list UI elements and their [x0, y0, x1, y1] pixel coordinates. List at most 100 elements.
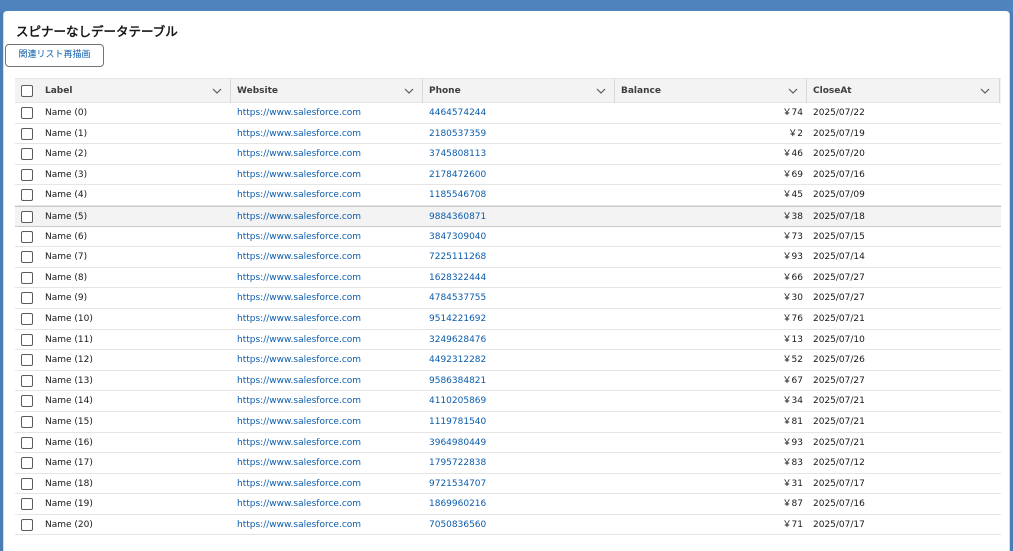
- table-row[interactable]: Name (18) https://www.salesforce.com 97215…: [15, 474, 1001, 495]
- table-row[interactable]: Name (16) https://www.salesforce.com 39649…: [15, 433, 1001, 454]
- cell-website-link[interactable]: https://www.salesforce.com: [237, 207, 361, 227]
- cell-website-link[interactable]: https://www.salesforce.com: [237, 350, 361, 370]
- table-row[interactable]: Name (4) https://www.salesforce.com 118554…: [15, 185, 1001, 206]
- cell-phone-link[interactable]: 1869960216: [429, 494, 486, 514]
- cell-website-link[interactable]: https://www.salesforce.com: [237, 124, 361, 144]
- cell-website-link[interactable]: https://www.salesforce.com: [237, 371, 361, 391]
- table-row[interactable]: Name (3) https://www.salesforce.com 217847…: [15, 165, 1001, 186]
- row-checkbox[interactable]: [21, 415, 33, 428]
- table-row[interactable]: Name (19) https://www.salesforce.com 18699…: [15, 494, 1001, 515]
- row-checkbox[interactable]: [21, 333, 33, 346]
- row-checkbox[interactable]: [21, 251, 33, 264]
- table-row[interactable]: Name (5) https://www.salesforce.com 988436…: [15, 205, 1001, 227]
- row-checkbox[interactable]: [21, 210, 33, 223]
- row-checkbox[interactable]: [21, 230, 33, 243]
- table-row[interactable]: Name (15) https://www.salesforce.com 11197…: [15, 412, 1001, 433]
- row-checkbox[interactable]: [21, 271, 33, 284]
- table-row[interactable]: Name (14) https://www.salesforce.com 41102…: [15, 391, 1001, 412]
- cell-website-link[interactable]: https://www.salesforce.com: [237, 185, 361, 205]
- redraw-related-list-button[interactable]: 関連リスト再描画: [5, 44, 104, 67]
- cell-website-link[interactable]: https://www.salesforce.com: [237, 433, 361, 453]
- table-row[interactable]: Name (9) https://www.salesforce.com 478453…: [15, 288, 1001, 309]
- cell-website-link[interactable]: https://www.salesforce.com: [237, 247, 361, 267]
- row-checkbox[interactable]: [21, 518, 33, 531]
- cell-phone-link[interactable]: 4492312282: [429, 350, 486, 370]
- table-row[interactable]: Name (0) https://www.salesforce.com 446457…: [15, 103, 1001, 124]
- cell-phone-link[interactable]: 3249628476: [429, 330, 486, 350]
- chevron-down-icon[interactable]: [404, 86, 414, 96]
- column-divider[interactable]: [614, 79, 615, 103]
- column-header-website[interactable]: Website: [237, 79, 278, 103]
- cell-website-link[interactable]: https://www.salesforce.com: [237, 453, 361, 473]
- column-header-closeat[interactable]: CloseAt: [813, 79, 852, 103]
- chevron-down-icon[interactable]: [596, 86, 606, 96]
- row-checkbox[interactable]: [21, 457, 33, 470]
- cell-phone-link[interactable]: 7225111268: [429, 247, 486, 267]
- cell-website-link[interactable]: https://www.salesforce.com: [237, 391, 361, 411]
- cell-phone-link[interactable]: 1795722838: [429, 453, 486, 473]
- cell-phone-link[interactable]: 4784537755: [429, 288, 486, 308]
- row-checkbox[interactable]: [21, 107, 33, 119]
- row-checkbox[interactable]: [21, 168, 33, 181]
- cell-website-link[interactable]: https://www.salesforce.com: [237, 144, 361, 164]
- cell-phone-link[interactable]: 3964980449: [429, 433, 486, 453]
- cell-website-link[interactable]: https://www.salesforce.com: [237, 412, 361, 432]
- column-header-phone[interactable]: Phone: [429, 79, 461, 103]
- cell-website-link[interactable]: https://www.salesforce.com: [237, 103, 361, 123]
- row-checkbox[interactable]: [21, 189, 33, 202]
- row-checkbox[interactable]: [21, 292, 33, 305]
- row-checkbox[interactable]: [21, 354, 33, 367]
- cell-website-link[interactable]: https://www.salesforce.com: [237, 515, 361, 535]
- column-header-label[interactable]: Label: [45, 79, 72, 103]
- column-header-balance[interactable]: Balance: [621, 79, 661, 103]
- cell-phone-link[interactable]: 4110205869: [429, 391, 486, 411]
- cell-website-link[interactable]: https://www.salesforce.com: [237, 165, 361, 185]
- cell-website-link[interactable]: https://www.salesforce.com: [237, 474, 361, 494]
- cell-phone-link[interactable]: 1185546708: [429, 185, 486, 205]
- row-checkbox[interactable]: [21, 127, 33, 140]
- row-checkbox[interactable]: [21, 148, 33, 161]
- row-checkbox[interactable]: [21, 312, 33, 325]
- table-row[interactable]: Name (17) https://www.salesforce.com 17957…: [15, 453, 1001, 474]
- row-checkbox[interactable]: [21, 477, 33, 490]
- chevron-down-icon[interactable]: [788, 86, 798, 96]
- select-all-checkbox[interactable]: [21, 85, 33, 97]
- chevron-down-icon[interactable]: [980, 86, 990, 96]
- table-row[interactable]: Name (12) https://www.salesforce.com 44923…: [15, 350, 1001, 371]
- table-row[interactable]: Name (6) https://www.salesforce.com 384730…: [15, 227, 1001, 248]
- table-row[interactable]: Name (13) https://www.salesforce.com 95863…: [15, 371, 1001, 392]
- column-divider[interactable]: [230, 79, 231, 103]
- cell-website-link[interactable]: https://www.salesforce.com: [237, 494, 361, 514]
- cell-website-link[interactable]: https://www.salesforce.com: [237, 268, 361, 288]
- table-row[interactable]: Name (10) https://www.salesforce.com 95142…: [15, 309, 1001, 330]
- cell-website-link[interactable]: https://www.salesforce.com: [237, 227, 361, 247]
- cell-phone-link[interactable]: 4464574244: [429, 103, 486, 123]
- row-checkbox[interactable]: [21, 498, 33, 511]
- cell-phone-link[interactable]: 1119781540: [429, 412, 486, 432]
- table-row[interactable]: Name (2) https://www.salesforce.com 374580…: [15, 144, 1001, 165]
- row-checkbox[interactable]: [21, 436, 33, 449]
- cell-phone-link[interactable]: 7050836560: [429, 515, 486, 535]
- chevron-down-icon[interactable]: [212, 86, 222, 96]
- column-divider[interactable]: [422, 79, 423, 103]
- table-row[interactable]: Name (8) https://www.salesforce.com 162832…: [15, 268, 1001, 289]
- cell-phone-link[interactable]: 9884360871: [429, 207, 486, 227]
- cell-phone-link[interactable]: 2178472600: [429, 165, 486, 185]
- cell-phone-link[interactable]: 9721534707: [429, 474, 486, 494]
- column-divider[interactable]: [806, 79, 807, 103]
- cell-phone-link[interactable]: 9586384821: [429, 371, 486, 391]
- cell-website-link[interactable]: https://www.salesforce.com: [237, 309, 361, 329]
- row-checkbox[interactable]: [21, 395, 33, 408]
- cell-website-link[interactable]: https://www.salesforce.com: [237, 288, 361, 308]
- cell-phone-link[interactable]: 3745808113: [429, 144, 486, 164]
- row-checkbox[interactable]: [21, 374, 33, 387]
- cell-phone-link[interactable]: 3847309040: [429, 227, 486, 247]
- table-row[interactable]: Name (1) https://www.salesforce.com 218053…: [15, 124, 1001, 145]
- cell-phone-link[interactable]: 1628322444: [429, 268, 486, 288]
- cell-phone-link[interactable]: 9514221692: [429, 309, 486, 329]
- table-row[interactable]: Name (11) https://www.salesforce.com 32496…: [15, 330, 1001, 351]
- cell-website-link[interactable]: https://www.salesforce.com: [237, 330, 361, 350]
- table-row[interactable]: Name (7) https://www.salesforce.com 722511…: [15, 247, 1001, 268]
- table-row[interactable]: Name (20) https://www.salesforce.com 70508…: [15, 515, 1001, 536]
- cell-phone-link[interactable]: 2180537359: [429, 124, 486, 144]
